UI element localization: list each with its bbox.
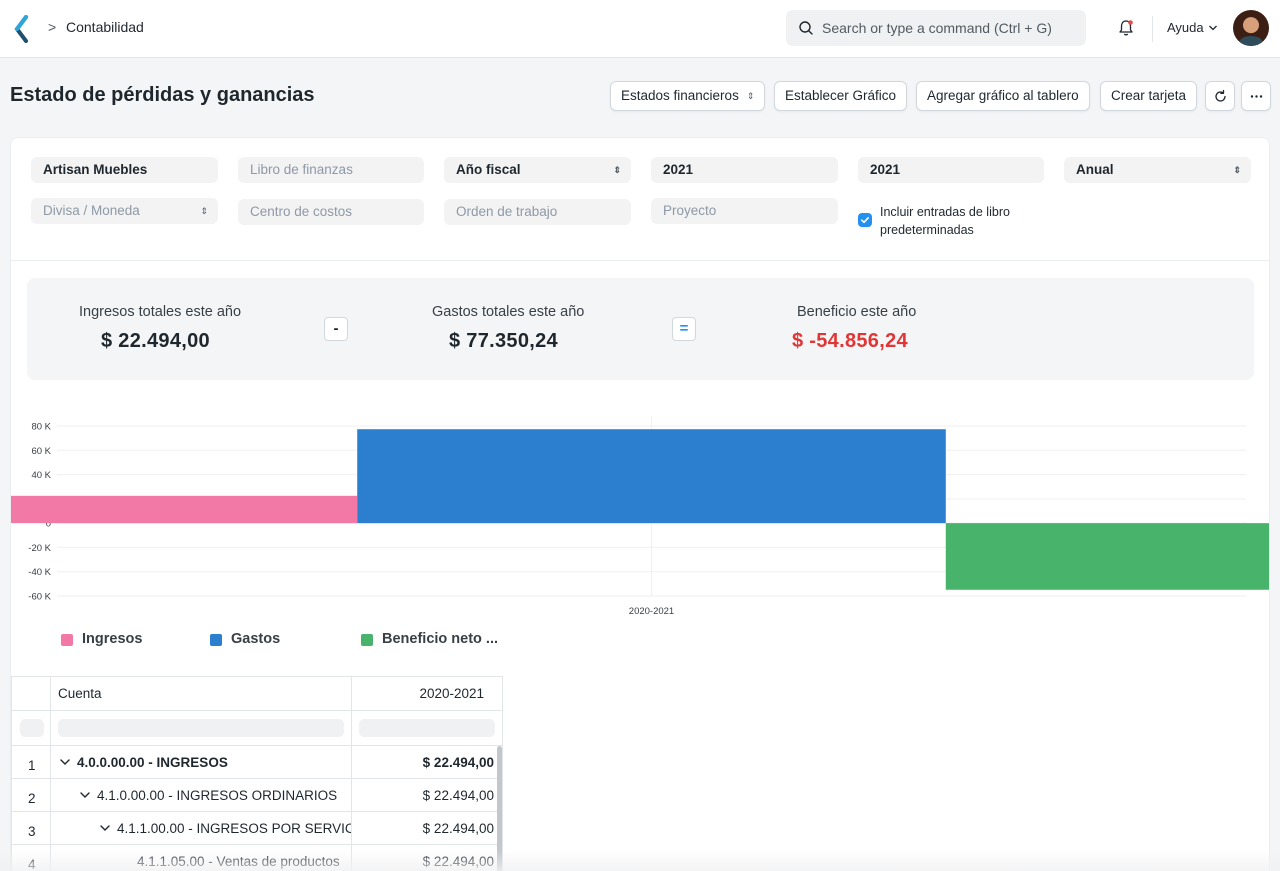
filter-row-index <box>11 711 51 746</box>
add-chart-to-dashboard-button[interactable]: Agregar gráfico al tablero <box>916 81 1090 111</box>
search-icon <box>799 21 813 35</box>
legend-swatch <box>361 634 373 646</box>
equals-operator: = <box>672 317 696 341</box>
select-arrows-icon: ⇕ <box>613 165 621 175</box>
y-tick-label: -40 K <box>28 567 51 578</box>
refresh-icon <box>1215 89 1226 102</box>
legend-label: Ingresos <box>82 631 143 647</box>
column-header-period[interactable]: 2020-2021 <box>352 676 503 711</box>
filter-placeholder <box>20 719 44 737</box>
to-fiscal-year-filter[interactable]: 2021 <box>858 157 1044 183</box>
refresh-button[interactable] <box>1205 81 1235 111</box>
select-arrows-icon: ⇕ <box>1233 165 1241 175</box>
row-index: 3 <box>11 812 51 845</box>
chevron-down-icon[interactable] <box>1208 24 1218 32</box>
select-arrows-icon: ⇕ <box>746 91 755 101</box>
profit-label: Beneficio este año <box>797 304 917 320</box>
row-index: 2 <box>11 779 51 812</box>
account-cell[interactable]: 4.0.0.00.00 - INGRESOS <box>51 746 352 779</box>
report-card: Artisan Muebles Libro de finanzas Año fi… <box>10 137 1270 871</box>
account-cell[interactable]: 4.1.1.00.00 - INGRESOS POR SERVIC <box>51 812 352 845</box>
checkmark-icon <box>861 217 869 224</box>
company-filter[interactable]: Artisan Muebles <box>31 157 218 183</box>
from-fiscal-year-filter[interactable]: 2021 <box>651 157 838 183</box>
account-name: 4.1.1.00.00 - INGRESOS POR SERVIC <box>117 821 352 836</box>
work-order-filter[interactable]: Orden de trabajo <box>444 199 631 225</box>
amount-cell: $ 22.494,00 <box>352 779 503 812</box>
income-label: Ingresos totales este año <box>79 304 242 320</box>
chevron-down-icon[interactable] <box>79 790 91 800</box>
account-filter-input[interactable] <box>58 719 344 737</box>
legend-swatch <box>61 634 73 646</box>
y-tick-label: 40 K <box>31 470 51 481</box>
select-arrows-icon: ⇕ <box>200 206 208 216</box>
account-cell[interactable]: 4.1.0.00.00 - INGRESOS ORDINARIOS <box>51 779 352 812</box>
legend-label: Gastos <box>231 631 281 647</box>
y-tick-label: 60 K <box>31 446 51 457</box>
bar-income <box>11 495 358 524</box>
currency-select[interactable]: Divisa / Moneda ⇕ <box>31 198 218 224</box>
minus-operator: - <box>324 317 348 341</box>
filter-divider <box>11 260 1269 261</box>
amount-cell: $ 22.494,00 <box>352 746 503 779</box>
column-header-account[interactable]: Cuenta <box>51 676 352 711</box>
help-menu[interactable]: Ayuda <box>1167 20 1204 35</box>
include-default-book-checkbox[interactable] <box>858 213 872 227</box>
app-logo-icon[interactable] <box>14 15 32 43</box>
bar-net-profit <box>945 523 1269 590</box>
legend-swatch <box>210 634 222 646</box>
row-index-header <box>11 676 51 711</box>
navbar-divider <box>1152 16 1153 42</box>
chevron-down-icon[interactable] <box>59 757 71 767</box>
profit-loss-chart: 80 K60 K40 K20 K0-20 K-40 K-60 K2020-202… <box>11 416 1269 617</box>
y-tick-label: 80 K <box>31 422 51 433</box>
expense-value: $ 77.350,24 <box>449 330 558 352</box>
top-navbar: > Contabilidad Search or type a command … <box>0 0 1280 58</box>
income-value: $ 22.494,00 <box>101 330 210 352</box>
legend-label: Beneficio neto ... <box>382 631 499 647</box>
finance-book-filter[interactable]: Libro de finanzas <box>238 157 424 183</box>
x-tick-label: 2020-2021 <box>629 606 674 617</box>
periodicity-select[interactable]: Anual ⇕ <box>1064 157 1251 183</box>
amount-cell: $ 22.494,00 <box>352 812 503 845</box>
periodicity-value: Anual <box>1076 162 1114 177</box>
account-name: 4.1.0.00.00 - INGRESOS ORDINARIOS <box>97 788 338 803</box>
set-chart-button[interactable]: Establecer Gráfico <box>774 81 908 111</box>
row-index: 1 <box>11 746 51 779</box>
expense-label: Gastos totales este año <box>432 304 585 320</box>
y-tick-label: -60 K <box>28 592 51 603</box>
breadcrumb-separator-icon: > <box>48 19 57 35</box>
financial-statements-select[interactable]: Estados financieros ⇕ <box>610 81 766 111</box>
user-avatar[interactable] <box>1233 10 1269 46</box>
period-type-value: Año fiscal <box>456 162 521 177</box>
project-filter[interactable]: Proyecto <box>651 198 838 224</box>
create-card-button[interactable]: Crear tarjeta <box>1100 81 1198 111</box>
period-type-select[interactable]: Año fiscal ⇕ <box>444 157 631 183</box>
bottom-shadow <box>0 850 1280 871</box>
breadcrumb-accounting[interactable]: Contabilidad <box>66 19 144 35</box>
search-input[interactable]: Search or type a command (Ctrl + G) <box>822 20 1052 36</box>
summary-panel: Ingresos totales este año $ 22.494,00 - … <box>27 278 1254 380</box>
search-bar[interactable]: Search or type a command (Ctrl + G) <box>786 10 1086 46</box>
cost-center-filter[interactable]: Centro de costos <box>238 199 424 225</box>
currency-placeholder: Divisa / Moneda <box>43 203 140 218</box>
account-filter-cell <box>51 711 352 746</box>
profit-value: $ -54.856,24 <box>792 330 908 352</box>
bar-expenses <box>357 429 946 524</box>
period-filter-input[interactable] <box>359 719 495 737</box>
chevron-down-icon[interactable] <box>99 823 111 833</box>
more-horizontal-icon <box>1250 95 1263 98</box>
page-title: Estado de pérdidas y ganancias <box>10 84 315 106</box>
financial-statements-label: Estados financieros <box>621 88 739 103</box>
include-default-book-label[interactable]: Incluir entradas de libro predeterminada… <box>880 203 1050 239</box>
account-name: 4.0.0.00.00 - INGRESOS <box>77 755 228 770</box>
period-filter-cell <box>352 711 503 746</box>
more-options-button[interactable] <box>1241 81 1271 111</box>
notification-bell-icon[interactable] <box>1116 18 1136 38</box>
y-tick-label: -20 K <box>28 543 51 554</box>
